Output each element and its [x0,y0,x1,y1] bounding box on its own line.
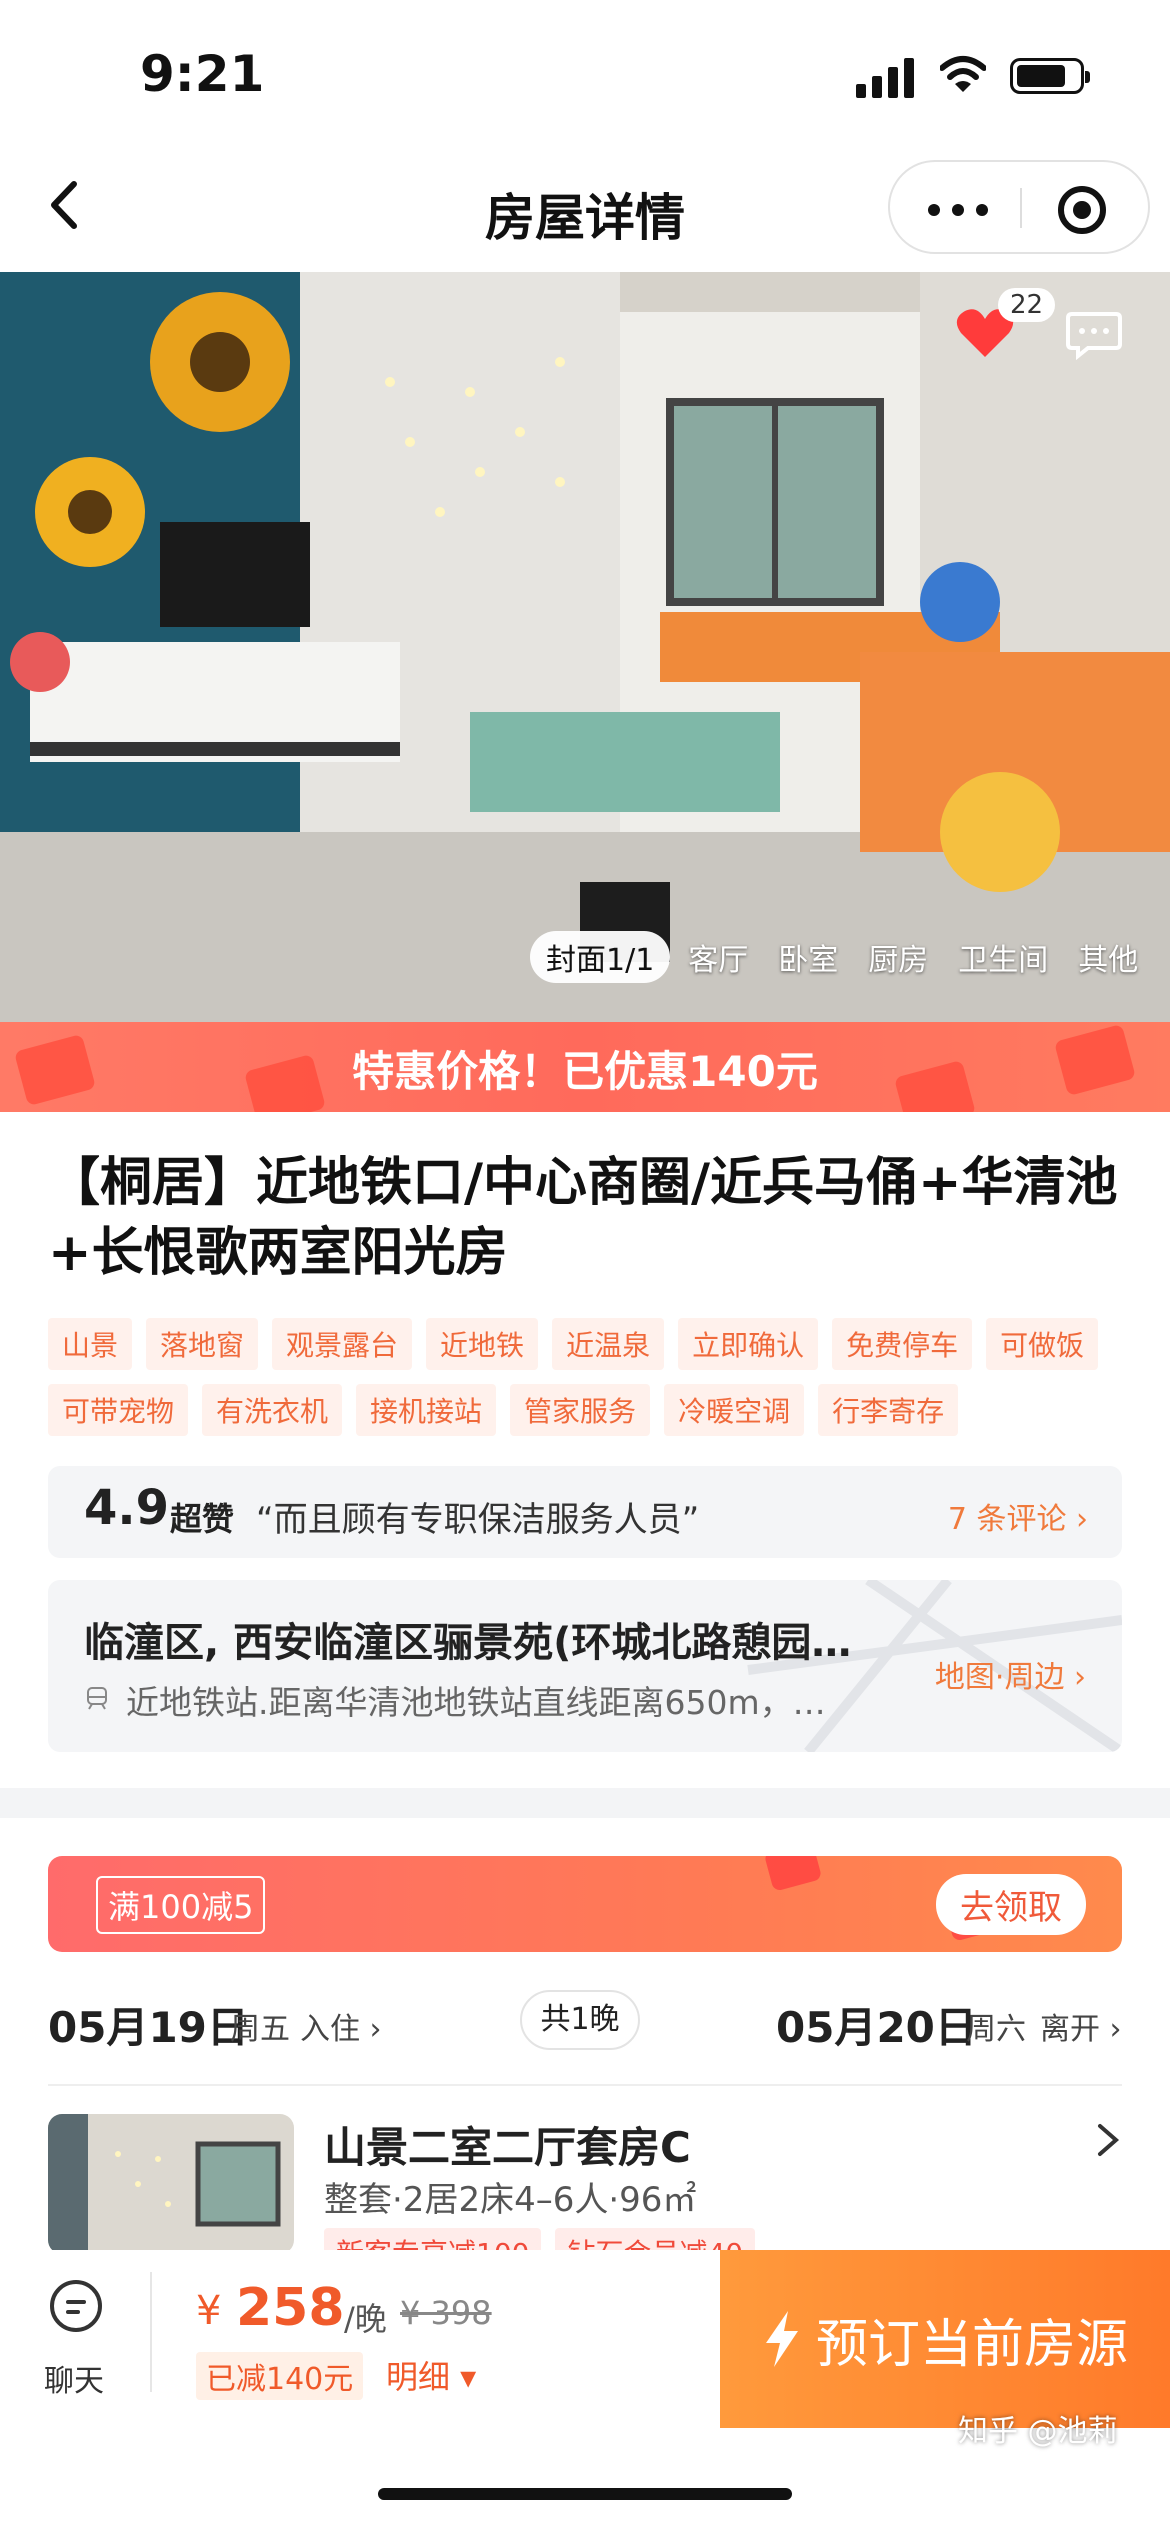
checkout-label[interactable]: 离开 › [1040,2004,1122,2048]
feature-tag: 行李寄存 [818,1384,959,1436]
review-summary-card[interactable]: 4.9 超赞 “而且顾有专职保洁服务人员” 7 条评论 › [48,1466,1122,1558]
feature-tag: 免费停车 [832,1318,973,1370]
feature-tag: 冷暖空调 [664,1384,805,1436]
feature-tags: 山景 落地窗 观景露台 近地铁 近温泉 立即确认 免费停车 可做饭 可带宠物 有… [48,1318,1138,1436]
checkout-weekday: 周六 [966,2012,1026,2047]
location-card[interactable]: 临潼区, 西安临潼区骊景苑(环城北路憩园… 近地铁站.距离华清池地铁站直线距离6… [48,1580,1122,1752]
room-spec: 整套·2居2床4–6人·96㎡ [324,2180,697,2220]
coupon-label: 满100减5 [96,1876,266,1934]
feature-tag: 立即确认 [678,1318,819,1370]
transit-info: 近地铁站.距离华清池地铁站直线距离650m，… [126,1683,826,1722]
rating-word: 超赞 [170,1500,235,1538]
room-name[interactable]: 山景二室二厅套房C [324,2114,691,2175]
photo-tab-other[interactable]: 其他 [1066,933,1150,981]
living-room-illustration [0,272,1170,1022]
feature-tag: 管家服务 [510,1384,651,1436]
bar-divider [150,2272,152,2392]
metro-icon [87,1687,107,1710]
room-thumbnail-illustration [48,2114,294,2254]
chat-icon [50,2280,102,2332]
feature-tag: 接机接站 [356,1384,497,1436]
feature-tag: 可做饭 [986,1318,1099,1370]
section-divider [0,1788,1170,1818]
original-price: ¥ 398 [400,2294,492,2332]
wifi-icon [940,56,986,92]
cellular-signal-icon [856,56,914,98]
chevron-right-icon[interactable] [1094,2120,1122,2160]
feature-tag: 近温泉 [552,1318,665,1370]
cover-photo[interactable] [0,272,1170,1022]
nights-count: 共1晚 [520,1990,640,2050]
date-divider [48,2084,1122,2086]
price-value: 258 [236,2278,345,2338]
photo-tab-bathroom[interactable]: 卫生间 [946,933,1060,981]
address-text: 临潼区, 西安临潼区骊景苑(环城北路憩园… [84,1620,852,1666]
feature-tag: 近地铁 [426,1318,539,1370]
photo-tab-kitchen[interactable]: 厨房 [856,933,940,981]
review-quote: “而且顾有专职保洁服务人员” [256,1500,700,1540]
checkin-weekday: 周五 [230,2012,290,2047]
close-miniprogram-icon[interactable] [1058,186,1106,234]
map-nearby-link[interactable]: 地图·周边 › [935,1652,1086,1696]
review-count-link[interactable]: 7 条评论 › [948,1494,1088,1538]
home-indicator [378,2488,792,2500]
favorite-count-badge: 22 [998,288,1056,322]
price-detail-toggle[interactable]: 明细 ▾ [386,2352,476,2398]
discount-banner-text: 特惠价格！已优惠140元 [352,1047,818,1096]
price-unit: /晚 [344,2300,387,2338]
feature-tag: 可带宠物 [48,1384,189,1436]
chat-button[interactable]: 聊天 [30,2280,120,2400]
coupon-bar[interactable]: 满100减5 去领取 [48,1856,1122,1952]
mini-program-capsule [888,160,1150,254]
status-time: 9:21 [140,45,265,103]
more-icon[interactable] [920,182,1000,232]
chat-label: 聊天 [44,2364,104,2399]
listing-title: 【桐居】近地铁口/中心商圈/近兵马俑+华清池+长恨歌两室阳光房 [48,1153,1118,1283]
rating-score: 4.9 [84,1480,170,1536]
photo-category-tabs: 封面1/1 客厅 卧室 厨房 卫生间 其他 [530,931,1150,983]
claim-coupon-button[interactable]: 去领取 [936,1874,1086,1935]
discount-banner: 特惠价格！已优惠140元 [0,1022,1170,1112]
checkout-date[interactable]: 05月20日 [776,1994,977,2055]
checkin-date[interactable]: 05月19日 [48,1994,249,2055]
feature-tag: 山景 [48,1318,133,1370]
feature-tag: 有洗衣机 [202,1384,343,1436]
battery-icon [1010,58,1090,94]
saved-amount-badge: 已减140元 [196,2352,364,2400]
message-icon[interactable] [1066,310,1122,360]
room-thumbnail[interactable] [48,2114,294,2254]
checkin-label[interactable]: 入住 › [300,2004,382,2048]
lightning-icon [765,2311,798,2367]
feature-tag: 落地窗 [146,1318,259,1370]
price-currency: ¥ [196,2288,222,2334]
book-button[interactable]: 预订当前房源 [720,2250,1170,2428]
photo-tab-bedroom[interactable]: 卧室 [766,933,850,981]
feature-tag: 观景露台 [272,1318,413,1370]
book-button-label: 预订当前房源 [815,2314,1128,2375]
photo-tab-cover[interactable]: 封面1/1 [530,931,671,983]
photo-tab-living-room[interactable]: 客厅 [676,933,760,981]
watermark: 知乎 @池莉 [958,2414,1118,2449]
